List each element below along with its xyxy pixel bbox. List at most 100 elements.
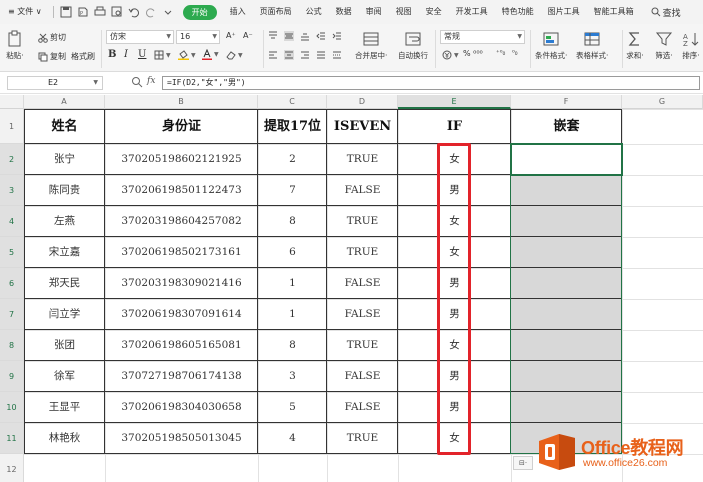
table-cell-a6[interactable]: 郑天民 (24, 268, 105, 299)
paste-button[interactable]: 粘贴· (6, 30, 24, 61)
table-cell-b6[interactable]: 370203198309021416 (105, 268, 258, 299)
tab-view[interactable]: 视图 (389, 0, 419, 24)
currency-button[interactable]: ▼ (442, 50, 459, 60)
header-cell-d[interactable]: ISEVEN (327, 109, 398, 144)
font-color-button[interactable]: ▼ (202, 49, 219, 60)
format-painter-button[interactable]: 格式刷 (71, 51, 95, 62)
align-left-icon[interactable] (268, 50, 278, 60)
table-cell-d4[interactable]: TRUE (327, 206, 398, 237)
font-grow-button[interactable]: A⁺ (226, 31, 236, 40)
cut-button[interactable]: 剪切 (38, 32, 66, 43)
paste-options-button[interactable]: ⊟· (513, 456, 533, 470)
column-header-f[interactable]: F (511, 95, 622, 109)
row-header-9[interactable]: 9 (0, 361, 24, 392)
row-header-1[interactable]: 1 (0, 109, 24, 144)
table-cell-d9[interactable]: FALSE (327, 361, 398, 392)
table-cell-c8[interactable]: 8 (258, 330, 327, 361)
distributed-align-icon[interactable] (332, 50, 342, 60)
insert-function-button[interactable]: fx (147, 76, 155, 86)
header-cell-b[interactable]: 身份证 (105, 109, 258, 144)
table-cell-a4[interactable]: 左燕 (24, 206, 105, 237)
borders-button[interactable]: ▼ (154, 50, 171, 60)
table-cell-c9[interactable]: 3 (258, 361, 327, 392)
tab-developer[interactable]: 开发工具 (449, 0, 495, 24)
number-format-select[interactable]: 常规 ▼ (440, 30, 525, 44)
table-cell-a3[interactable]: 陈同贵 (24, 175, 105, 206)
tab-security[interactable]: 安全 (419, 0, 449, 24)
table-cell-c10[interactable]: 5 (258, 392, 327, 423)
table-cell-c6[interactable]: 1 (258, 268, 327, 299)
table-cell-b9[interactable]: 370727198706174138 (105, 361, 258, 392)
tab-formulas[interactable]: 公式 (299, 0, 329, 24)
table-cell-c4[interactable]: 8 (258, 206, 327, 237)
table-cell-a11[interactable]: 林艳秋 (24, 423, 105, 454)
table-cell-b10[interactable]: 370206198304030658 (105, 392, 258, 423)
column-header-e[interactable]: E (398, 95, 511, 109)
tab-picture-tools[interactable]: 图片工具 (541, 0, 587, 24)
column-header-c[interactable]: C (258, 95, 327, 109)
autosum-button[interactable]: 求和· (626, 30, 644, 61)
customize-quick-access-icon[interactable] (162, 6, 175, 19)
align-bottom-icon[interactable] (300, 31, 310, 41)
sort-button[interactable]: AZ 排序· (682, 30, 700, 61)
justify-icon[interactable] (316, 50, 326, 60)
zoom-icon[interactable] (131, 76, 143, 88)
wrap-text-button[interactable]: 自动换行 (398, 30, 428, 61)
align-top-icon[interactable] (268, 31, 278, 41)
print-preview-icon[interactable] (111, 6, 124, 19)
redo-icon[interactable] (145, 6, 158, 19)
align-right-icon[interactable] (300, 50, 310, 60)
table-cell-b5[interactable]: 370206198502173161 (105, 237, 258, 268)
bold-button[interactable]: B (108, 49, 116, 60)
row-header-2[interactable]: 2 (0, 144, 24, 175)
fill-color-button[interactable]: ▼ (178, 50, 196, 60)
decrease-decimal-button[interactable]: ⁰₀ (512, 49, 518, 57)
tab-review[interactable]: 审阅 (359, 0, 389, 24)
row-header-7[interactable]: 7 (0, 299, 24, 330)
header-cell-a[interactable]: 姓名 (24, 109, 105, 144)
tab-page-layout[interactable]: 页面布局 (253, 0, 299, 24)
table-cell-a2[interactable]: 张宁 (24, 144, 105, 175)
tab-insert[interactable]: 插入 (223, 0, 253, 24)
table-cell-b4[interactable]: 370203198604257082 (105, 206, 258, 237)
italic-button[interactable]: I (124, 49, 128, 60)
row-header-10[interactable]: 10 (0, 392, 24, 423)
row-header-8[interactable]: 8 (0, 330, 24, 361)
table-cell-c3[interactable]: 7 (258, 175, 327, 206)
row-header-4[interactable]: 4 (0, 206, 24, 237)
header-cell-c[interactable]: 提取17位 (258, 109, 327, 144)
table-cell-b2[interactable]: 370205198602121925 (105, 144, 258, 175)
indent-increase-icon[interactable] (332, 31, 342, 41)
export-icon[interactable]: P (77, 6, 90, 19)
table-cell-c2[interactable]: 2 (258, 144, 327, 175)
print-icon[interactable] (94, 6, 107, 19)
table-cell-a5[interactable]: 宋立嘉 (24, 237, 105, 268)
tab-home[interactable]: 开始 (182, 4, 217, 20)
font-size-select[interactable]: 16 ▼ (176, 30, 220, 44)
copy-button[interactable]: 复制 (38, 51, 66, 62)
clear-format-button[interactable]: ▼ (226, 50, 243, 60)
column-header-g[interactable]: G (622, 95, 703, 109)
search-box[interactable]: 查找 (651, 6, 681, 19)
table-cell-a8[interactable]: 张团 (24, 330, 105, 361)
table-cell-d6[interactable]: FALSE (327, 268, 398, 299)
underline-button[interactable]: U (138, 49, 146, 60)
header-cell-e[interactable]: IF (398, 109, 511, 144)
row-header-12[interactable]: 12 (0, 454, 24, 482)
table-cell-b11[interactable]: 370205198505013045 (105, 423, 258, 454)
table-cell-d11[interactable]: TRUE (327, 423, 398, 454)
increase-decimal-button[interactable]: ⁺⁰₀ (496, 49, 505, 57)
tab-special-features[interactable]: 特色功能 (495, 0, 541, 24)
table-cell-b3[interactable]: 370206198501122473 (105, 175, 258, 206)
row-header-3[interactable]: 3 (0, 175, 24, 206)
align-middle-icon[interactable] (284, 31, 294, 41)
font-shrink-button[interactable]: A⁻ (243, 31, 253, 40)
table-cell-c7[interactable]: 1 (258, 299, 327, 330)
formula-input[interactable]: =IF(D2,"女","男") (162, 76, 700, 90)
row-header-5[interactable]: 5 (0, 237, 24, 268)
table-cell-d10[interactable]: FALSE (327, 392, 398, 423)
align-center-icon[interactable] (284, 50, 294, 60)
column-header-a[interactable]: A (24, 95, 105, 109)
column-header-d[interactable]: D (327, 95, 398, 109)
table-cell-b8[interactable]: 370206198605165081 (105, 330, 258, 361)
